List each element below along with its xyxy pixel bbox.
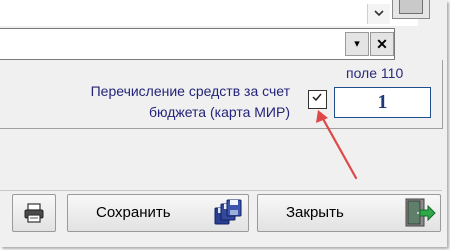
corner-button-icon: [399, 0, 423, 14]
checkmark-icon: [312, 93, 322, 101]
scroll-down-button[interactable]: [367, 4, 390, 24]
clear-button[interactable]: ✕: [370, 32, 394, 56]
field-110-input[interactable]: 1: [334, 87, 431, 118]
combo-field[interactable]: ▾ ✕: [0, 28, 395, 60]
exit-door-icon: [405, 198, 436, 227]
save-button[interactable]: Сохранить: [67, 194, 249, 232]
field-110-caption: поле 110: [346, 65, 404, 81]
dropdown-button[interactable]: ▾: [345, 32, 369, 56]
printer-icon: [24, 203, 44, 223]
close-icon: ✕: [376, 36, 388, 52]
transfer-label-line2: бюджета (карта МИР): [148, 104, 290, 120]
list-area: [0, 0, 418, 26]
chevron-down-icon: [374, 10, 384, 17]
budget-transfer-checkbox[interactable]: [308, 90, 327, 109]
transfer-label-line1: Перечисление средств за счет: [90, 83, 290, 99]
close-button-label: Закрыть: [286, 204, 344, 221]
print-button[interactable]: [12, 194, 56, 232]
corner-button[interactable]: [392, 0, 430, 19]
floppy-disks-icon: [214, 199, 242, 225]
close-button[interactable]: Закрыть: [257, 194, 441, 232]
transfer-label: Перечисление средств за счет бюджета (ка…: [91, 81, 290, 123]
triangle-down-icon: ▾: [354, 38, 360, 50]
save-button-label: Сохранить: [96, 204, 171, 221]
